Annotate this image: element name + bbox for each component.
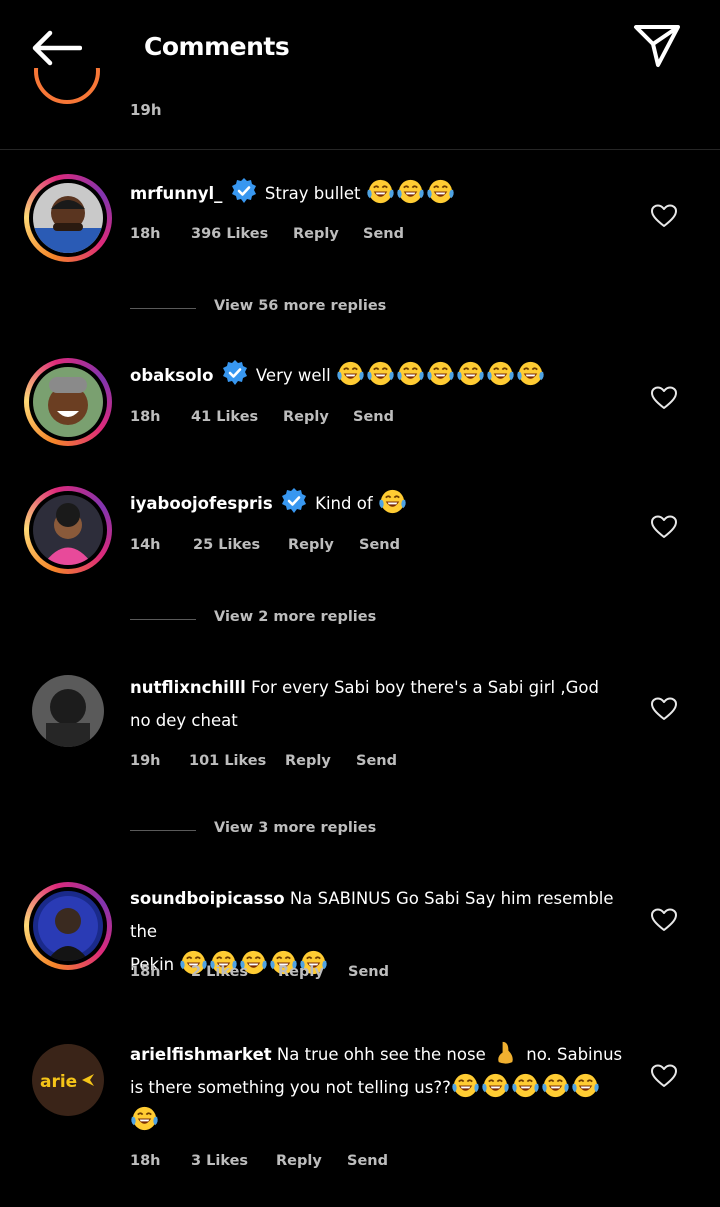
avatar[interactable]	[32, 675, 104, 747]
reply-button[interactable]: Reply	[278, 964, 324, 980]
laughing-emoji-icon	[481, 1072, 510, 1099]
reply-button[interactable]: Reply	[285, 753, 331, 769]
comment-time: 18h	[130, 226, 161, 242]
avatar[interactable]	[24, 174, 112, 262]
send-button[interactable]: Send	[363, 226, 404, 242]
laughing-emoji-icon	[541, 1072, 570, 1099]
laughing-emoji-icon	[486, 360, 515, 387]
likes-count[interactable]: 41 Likes	[191, 409, 258, 425]
like-heart-icon[interactable]	[651, 515, 677, 539]
reply-button[interactable]: Reply	[293, 226, 339, 242]
avatar[interactable]	[24, 358, 112, 446]
laughing-emoji-icon	[378, 488, 407, 515]
comment-text: For every Sabi boy there's a Sabi girl ,…	[251, 678, 599, 697]
send-button[interactable]: Send	[348, 964, 389, 980]
comment-time: 19h	[130, 101, 162, 119]
comment-text: is there something you not telling us??	[130, 1078, 451, 1097]
laughing-emoji-icon	[336, 360, 365, 387]
laughing-emoji-icon	[396, 178, 425, 205]
username[interactable]: nutflixnchilll	[130, 678, 246, 697]
reply-button[interactable]: Reply	[276, 1153, 322, 1169]
avatar[interactable]	[24, 486, 112, 574]
comment-time: 18h	[130, 964, 161, 980]
send-button[interactable]: Send	[359, 537, 400, 553]
header: Comments	[0, 0, 720, 100]
comment-time: 18h	[130, 409, 161, 425]
like-heart-icon[interactable]	[651, 1064, 677, 1088]
laughing-emoji-icon	[511, 1072, 540, 1099]
comment-text: no dey cheat	[130, 711, 238, 730]
username[interactable]: mrfunnyl_	[130, 184, 222, 203]
username[interactable]: arielfishmarket	[130, 1045, 272, 1064]
send-button[interactable]: Send	[353, 409, 394, 425]
verified-badge-icon	[280, 487, 308, 515]
laughing-emoji-icon	[130, 1105, 159, 1132]
comment-time: 19h	[130, 753, 161, 769]
reply-button[interactable]: Reply	[288, 537, 334, 553]
comment-time: 14h	[130, 537, 161, 553]
laughing-emoji-icon	[396, 360, 425, 387]
username[interactable]: obaksolo	[130, 366, 213, 385]
avatar[interactable]	[24, 882, 112, 970]
likes-count[interactable]: 396 Likes	[191, 226, 268, 242]
laughing-emoji-icon	[366, 178, 395, 205]
comment-text: Very well	[255, 366, 331, 385]
likes-count[interactable]: 25 Likes	[193, 537, 260, 553]
comment-time: 18h	[130, 1153, 161, 1169]
nose-emoji-icon	[498, 1041, 513, 1064]
like-heart-icon[interactable]	[651, 697, 677, 721]
username[interactable]: iyaboojofespris	[130, 494, 273, 513]
avatar[interactable]: arie	[32, 1044, 104, 1116]
username[interactable]: soundboipicasso	[130, 889, 285, 908]
comment-text: Na true ohh see the nose	[276, 1045, 486, 1064]
send-button[interactable]: Send	[356, 753, 397, 769]
comment-text: Kind of	[315, 494, 373, 513]
laughing-emoji-icon	[456, 360, 485, 387]
divider	[0, 149, 720, 150]
comment-text: Stray bullet	[264, 184, 361, 203]
laughing-emoji-icon	[571, 1072, 600, 1099]
likes-count[interactable]: 101 Likes	[189, 753, 266, 769]
laughing-emoji-icon	[426, 360, 455, 387]
laughing-emoji-icon	[426, 178, 455, 205]
verified-badge-icon	[221, 359, 249, 387]
back-arrow-icon[interactable]	[30, 30, 82, 66]
laughing-emoji-icon	[516, 360, 545, 387]
avatar-logo-text: arie	[40, 1072, 77, 1092]
comment-text: no. Sabinus	[526, 1045, 623, 1064]
laughing-emoji-icon	[366, 360, 395, 387]
like-heart-icon[interactable]	[651, 908, 677, 932]
send-button[interactable]: Send	[347, 1153, 388, 1169]
likes-count[interactable]: 3 Likes	[191, 1153, 248, 1169]
reply-button[interactable]: Reply	[283, 409, 329, 425]
likes-count[interactable]: 2 Likes	[191, 964, 248, 980]
direct-send-icon[interactable]	[632, 22, 682, 68]
page-title: Comments	[144, 32, 290, 61]
like-heart-icon[interactable]	[651, 204, 677, 228]
laughing-emoji-icon	[451, 1072, 480, 1099]
verified-badge-icon	[230, 177, 258, 205]
avatar[interactable]	[34, 68, 100, 106]
like-heart-icon[interactable]	[651, 386, 677, 410]
